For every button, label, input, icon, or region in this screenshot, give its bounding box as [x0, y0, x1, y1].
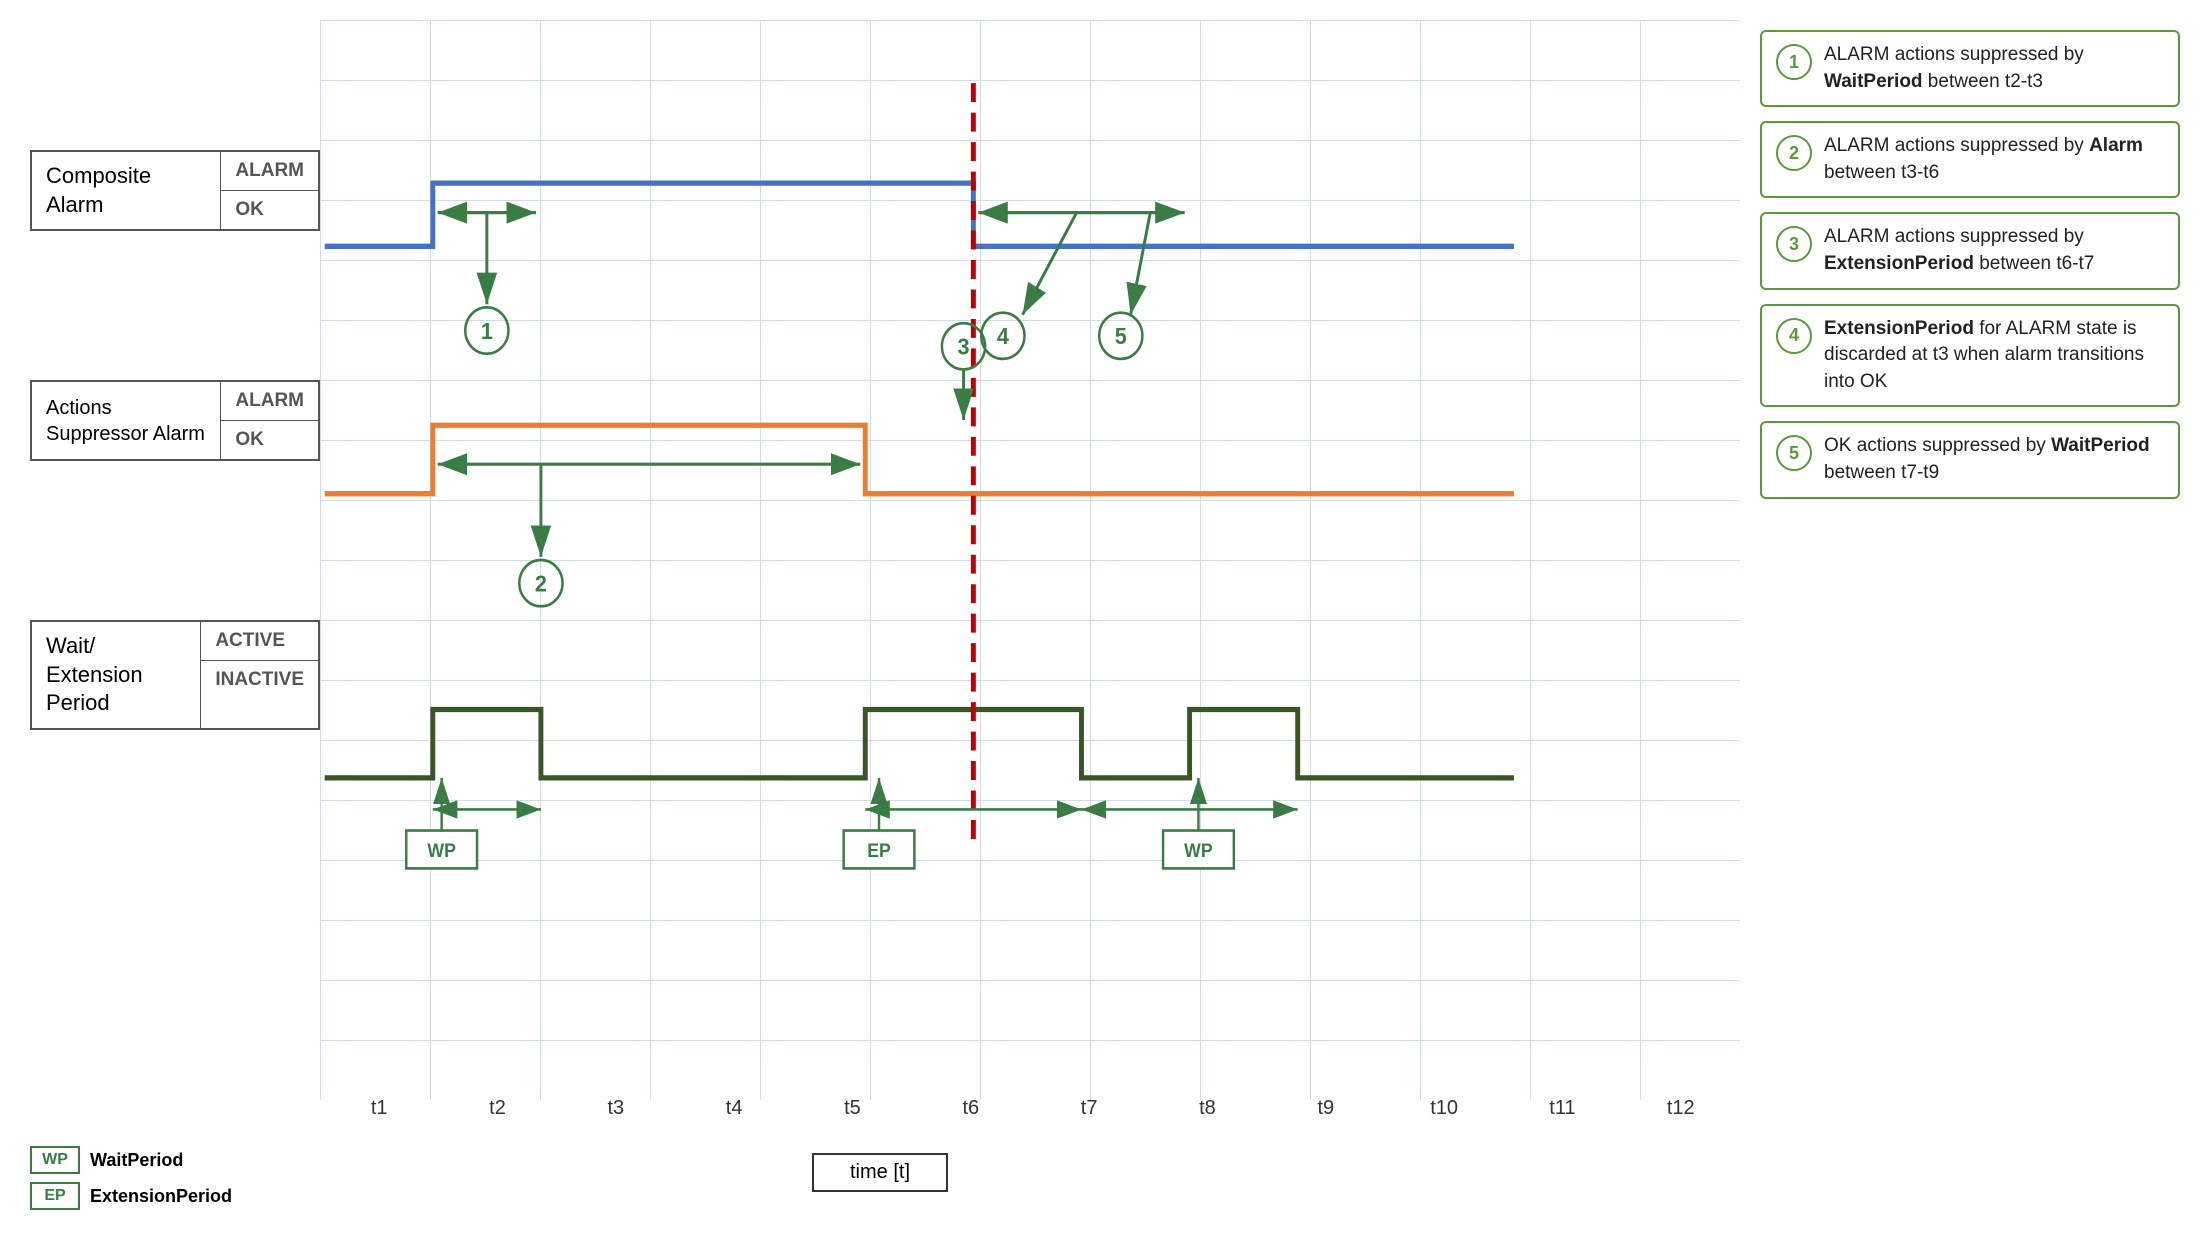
annotation-4: 4 ExtensionPeriod for ALARM state is dis…: [1760, 304, 2180, 408]
suppressor-ok-state: OK: [221, 421, 318, 459]
tick-t3: t3: [557, 1097, 675, 1120]
annotation-4-number: 4: [1776, 318, 1812, 354]
legend-wp-label: WaitPeriod: [90, 1150, 183, 1171]
time-label-text: time [t]: [812, 1153, 948, 1192]
tick-t2: t2: [438, 1097, 556, 1120]
wait-ext-label: Wait/ Extension Period ACTIVE INACTIVE: [30, 620, 320, 730]
composite-ok-state: OK: [221, 191, 318, 229]
legend-ep: EP ExtensionPeriod: [30, 1182, 232, 1210]
annotation-4-text: ExtensionPeriod for ALARM state is disca…: [1824, 316, 2164, 396]
annotation-3-text: ALARM actions suppressed by ExtensionPer…: [1824, 224, 2164, 277]
annotation-5-number: 5: [1776, 435, 1812, 471]
svg-text:3: 3: [958, 334, 970, 360]
annotation-1: 1 ALARM actions suppressed by WaitPeriod…: [1760, 30, 2180, 107]
svg-text:2: 2: [535, 571, 547, 597]
right-panel: 1 ALARM actions suppressed by WaitPeriod…: [1760, 20, 2180, 1220]
tick-t7: t7: [1030, 1097, 1148, 1120]
annotation-3-number: 3: [1776, 226, 1812, 262]
tick-t1: t1: [320, 1097, 438, 1120]
legend-wp-box: WP: [30, 1146, 80, 1174]
annotation-1-number: 1: [1776, 44, 1812, 80]
composite-alarm-states: ALARM OK: [221, 152, 318, 229]
annotation-5: 5 OK actions suppressed by WaitPeriod be…: [1760, 421, 2180, 498]
legend: WP WaitPeriod EP ExtensionPeriod: [30, 1146, 232, 1210]
suppressor-alarm-state: ALARM: [221, 382, 318, 421]
wait-ext-title: Wait/ Extension Period: [32, 622, 201, 728]
svg-text:WP: WP: [427, 839, 456, 861]
annotation-2-text: ALARM actions suppressed by Alarm betwee…: [1824, 133, 2164, 186]
tick-t10: t10: [1385, 1097, 1503, 1120]
tick-t6: t6: [912, 1097, 1030, 1120]
svg-text:WP: WP: [1184, 839, 1213, 861]
tick-t12: t12: [1622, 1097, 1740, 1120]
legend-ep-label: ExtensionPeriod: [90, 1186, 232, 1207]
time-axis: t1 t2 t3 t4 t5 t6 t7 t8 t9 t10 t11 t12: [320, 1097, 1740, 1120]
suppressor-alarm-label: Actions Suppressor Alarm ALARM OK: [30, 380, 320, 461]
tick-t8: t8: [1148, 1097, 1266, 1120]
chart-area: 1 2 3 4 5 WP: [20, 20, 1740, 1220]
annotation-5-text: OK actions suppressed by WaitPeriod betw…: [1824, 433, 2164, 486]
wait-ext-states: ACTIVE INACTIVE: [201, 622, 318, 728]
composite-alarm-label: Composite Alarm ALARM OK: [30, 150, 320, 231]
svg-text:4: 4: [997, 324, 1010, 350]
tick-t9: t9: [1267, 1097, 1385, 1120]
active-state: ACTIVE: [201, 622, 318, 661]
tick-t5: t5: [793, 1097, 911, 1120]
svg-text:1: 1: [481, 318, 493, 344]
composite-alarm-title: Composite Alarm: [32, 152, 221, 229]
annotation-1-text: ALARM actions suppressed by WaitPeriod b…: [1824, 42, 2164, 95]
svg-text:EP: EP: [867, 839, 891, 861]
suppressor-alarm-states: ALARM OK: [221, 382, 318, 459]
suppressor-alarm-title: Actions Suppressor Alarm: [32, 382, 221, 459]
annotation-2-number: 2: [1776, 135, 1812, 171]
legend-wp: WP WaitPeriod: [30, 1146, 232, 1174]
annotation-2: 2 ALARM actions suppressed by Alarm betw…: [1760, 121, 2180, 198]
svg-text:5: 5: [1115, 324, 1127, 350]
inactive-state: INACTIVE: [201, 661, 318, 699]
tick-t11: t11: [1503, 1097, 1621, 1120]
composite-alarm-state: ALARM: [221, 152, 318, 191]
annotation-3: 3 ALARM actions suppressed by ExtensionP…: [1760, 212, 2180, 289]
tick-t4: t4: [675, 1097, 793, 1120]
time-label: time [t]: [812, 1153, 948, 1192]
legend-ep-box: EP: [30, 1182, 80, 1210]
main-container: 1 2 3 4 5 WP: [0, 0, 2200, 1240]
